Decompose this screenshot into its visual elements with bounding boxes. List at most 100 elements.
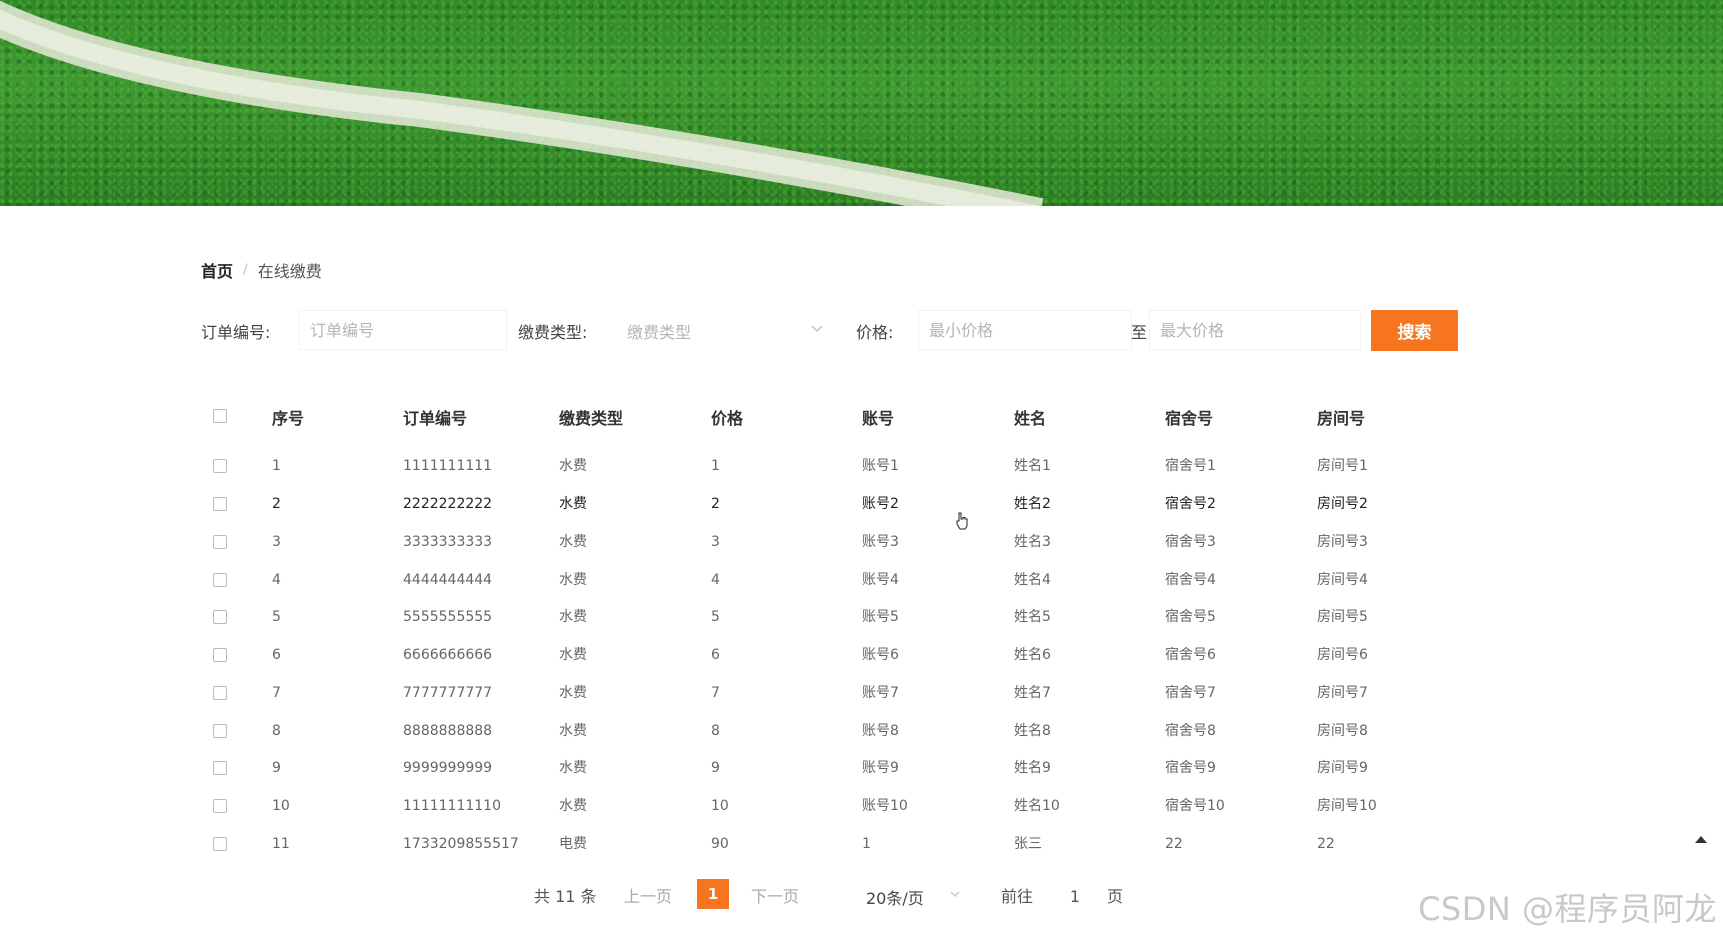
cell-order-number: 7777777777 — [403, 685, 493, 701]
cell-payment-type: 水费 — [559, 572, 587, 588]
next-page-button[interactable]: 下一页 — [751, 883, 799, 907]
cell-payment-type: 水费 — [559, 609, 587, 625]
cell-room: 22 — [1317, 836, 1335, 852]
cell-payment-type: 水费 — [559, 496, 587, 512]
table-row[interactable]: 9 9999999999 水费 9 账号9 姓名9 宿舍号9 房间号9 — [200, 750, 1400, 787]
table-row[interactable]: 6 6666666666 水费 6 账号6 姓名6 宿舍号6 房间号6 — [200, 637, 1400, 674]
header-dorm[interactable]: 宿舍号 — [1165, 400, 1213, 437]
table-row[interactable]: 5 5555555555 水费 5 账号5 姓名5 宿舍号5 房间号5 — [200, 599, 1400, 636]
table-row[interactable]: 10 11111111110 水费 10 账号10 姓名10 宿舍号10 房间号… — [200, 788, 1400, 825]
header-account[interactable]: 账号 — [862, 400, 894, 437]
row-checkbox[interactable] — [213, 535, 227, 549]
cell-name: 姓名4 — [1014, 572, 1051, 588]
price-label: 价格: — [856, 323, 894, 342]
cell-room: 房间号9 — [1317, 760, 1368, 776]
cell-dorm: 宿舍号1 — [1165, 458, 1216, 474]
select-all-checkbox[interactable] — [213, 409, 227, 423]
back-to-top-icon[interactable] — [1694, 834, 1708, 844]
current-page-button[interactable]: 1 — [697, 879, 729, 909]
cell-name: 姓名5 — [1014, 609, 1051, 625]
row-checkbox[interactable] — [213, 573, 227, 587]
header-seq[interactable]: 序号 — [272, 400, 304, 437]
cell-order-number: 3333333333 — [403, 534, 493, 550]
row-checkbox[interactable] — [213, 837, 227, 851]
cell-room: 房间号8 — [1317, 723, 1368, 739]
page-size-select[interactable]: 20条/页 — [850, 874, 968, 914]
cell-price: 8 — [711, 723, 720, 739]
cell-account: 账号3 — [862, 534, 899, 550]
breadcrumb: 首页 / 在线缴费 — [201, 258, 322, 282]
cell-payment-type: 水费 — [559, 458, 587, 474]
cell-payment-type: 水费 — [559, 760, 587, 776]
page-suffix: 页 — [1107, 887, 1124, 906]
cell-account: 账号1 — [862, 458, 899, 474]
row-checkbox[interactable] — [213, 497, 227, 511]
cell-account: 1 — [862, 836, 871, 852]
cell-dorm: 宿舍号9 — [1165, 760, 1216, 776]
header-room[interactable]: 房间号 — [1317, 400, 1365, 437]
watermark: CSDN @程序员阿龙 — [1418, 890, 1717, 928]
row-checkbox[interactable] — [213, 648, 227, 662]
cell-payment-type: 水费 — [559, 647, 587, 663]
cell-room: 房间号2 — [1317, 496, 1368, 512]
cell-account: 账号9 — [862, 760, 899, 776]
table-row[interactable]: 11 1733209855517 电费 90 1 张三 22 22 — [200, 826, 1400, 863]
cell-seq: 6 — [272, 647, 281, 663]
cell-price: 6 — [711, 647, 720, 663]
pagination-total: 共 11 条 — [534, 887, 597, 906]
row-checkbox[interactable] — [213, 799, 227, 813]
cell-room: 房间号6 — [1317, 647, 1368, 663]
header-price[interactable]: 价格 — [711, 400, 743, 437]
cell-seq: 4 — [272, 572, 281, 588]
cell-order-number: 1111111111 — [403, 458, 493, 474]
goto-page-input[interactable] — [1051, 876, 1099, 916]
table-row[interactable]: 3 3333333333 水费 3 账号3 姓名3 宿舍号3 房间号3 — [200, 524, 1400, 561]
table-row[interactable]: 1 1111111111 水费 1 账号1 姓名1 宿舍号1 房间号1 — [200, 448, 1400, 485]
min-price-input[interactable] — [918, 310, 1132, 350]
order-number-input[interactable] — [299, 310, 507, 350]
cell-price: 7 — [711, 685, 720, 701]
payment-type-select[interactable]: 缴费类型 — [617, 310, 831, 350]
row-checkbox[interactable] — [213, 761, 227, 775]
table-row[interactable]: 8 8888888888 水费 8 账号8 姓名8 宿舍号8 房间号8 — [200, 713, 1400, 750]
cell-order-number: 11111111110 — [403, 798, 501, 814]
prev-page-button[interactable]: 上一页 — [624, 883, 672, 907]
cell-account: 账号8 — [862, 723, 899, 739]
row-checkbox[interactable] — [213, 686, 227, 700]
cell-payment-type: 水费 — [559, 685, 587, 701]
cell-order-number: 6666666666 — [403, 647, 493, 663]
cell-order-number: 9999999999 — [403, 760, 493, 776]
breadcrumb-home[interactable]: 首页 — [201, 258, 233, 282]
field-line-graphic — [0, 0, 1044, 206]
row-checkbox[interactable] — [213, 459, 227, 473]
table-row[interactable]: 7 7777777777 水费 7 账号7 姓名7 宿舍号7 房间号7 — [200, 675, 1400, 712]
cell-account: 账号10 — [862, 798, 908, 814]
chevron-down-icon — [811, 325, 823, 333]
cell-seq: 9 — [272, 760, 281, 776]
cell-dorm: 宿舍号8 — [1165, 723, 1216, 739]
table-row[interactable]: 2 2222222222 水费 2 账号2 姓名2 宿舍号2 房间号2 — [200, 486, 1400, 523]
cell-seq: 10 — [272, 798, 290, 814]
cell-name: 姓名6 — [1014, 647, 1051, 663]
search-button[interactable]: 搜索 — [1371, 310, 1458, 351]
cell-name: 姓名7 — [1014, 685, 1051, 701]
row-checkbox[interactable] — [213, 724, 227, 738]
header-order-number[interactable]: 订单编号 — [403, 400, 467, 437]
header-payment-type[interactable]: 缴费类型 — [559, 400, 623, 437]
banner-image — [0, 0, 1723, 206]
cell-price: 9 — [711, 760, 720, 776]
payment-type-label: 缴费类型: — [518, 323, 588, 342]
cell-account: 账号2 — [862, 496, 899, 512]
cell-name: 姓名1 — [1014, 458, 1051, 474]
cell-seq: 3 — [272, 534, 281, 550]
cell-dorm: 宿舍号2 — [1165, 496, 1216, 512]
goto-label: 前往 — [1001, 887, 1034, 906]
header-name[interactable]: 姓名 — [1014, 400, 1046, 437]
table-row[interactable]: 4 4444444444 水费 4 账号4 姓名4 宿舍号4 房间号4 — [200, 562, 1400, 599]
cell-price: 5 — [711, 609, 720, 625]
cell-account: 账号4 — [862, 572, 899, 588]
row-checkbox[interactable] — [213, 610, 227, 624]
max-price-input[interactable] — [1149, 310, 1361, 350]
cell-account: 账号6 — [862, 647, 899, 663]
cell-seq: 7 — [272, 685, 281, 701]
